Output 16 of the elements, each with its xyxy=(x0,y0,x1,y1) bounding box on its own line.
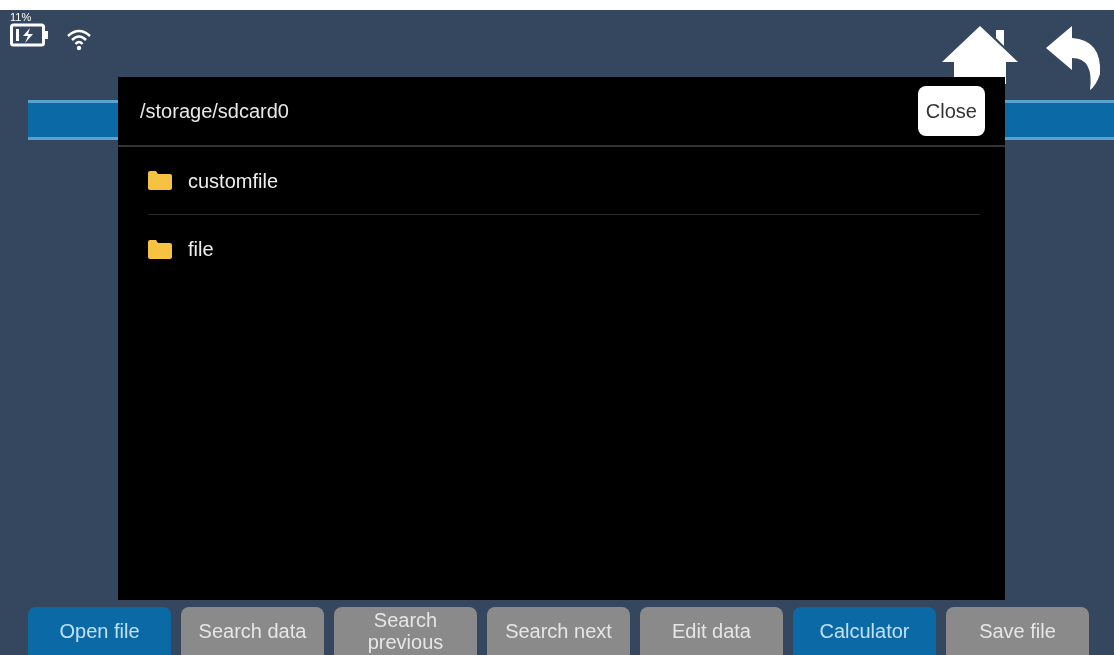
folder-path: /storage/sdcard0 xyxy=(140,99,289,124)
folder-icon xyxy=(148,239,172,259)
battery-charging-icon xyxy=(10,23,50,47)
close-button[interactable]: Close xyxy=(917,86,985,136)
toolbar-button[interactable]: Calculator xyxy=(793,607,936,655)
folder-name[interactable]: customfile xyxy=(188,165,279,196)
toolbar-button[interactable]: Search next xyxy=(487,607,630,655)
toolbar-button[interactable]: Search data xyxy=(181,607,324,655)
wifi-icon xyxy=(66,28,92,52)
battery-percent: 11% xyxy=(10,12,33,23)
toolbar-button[interactable]: Search previous xyxy=(334,607,477,655)
toolbar-button[interactable]: Edit data xyxy=(640,607,783,655)
folder-icon xyxy=(148,171,172,190)
folder-name[interactable]: file xyxy=(188,234,214,264)
toolbar-button[interactable]: Open file xyxy=(28,607,171,655)
toolbar-button[interactable]: Save file xyxy=(946,607,1089,655)
